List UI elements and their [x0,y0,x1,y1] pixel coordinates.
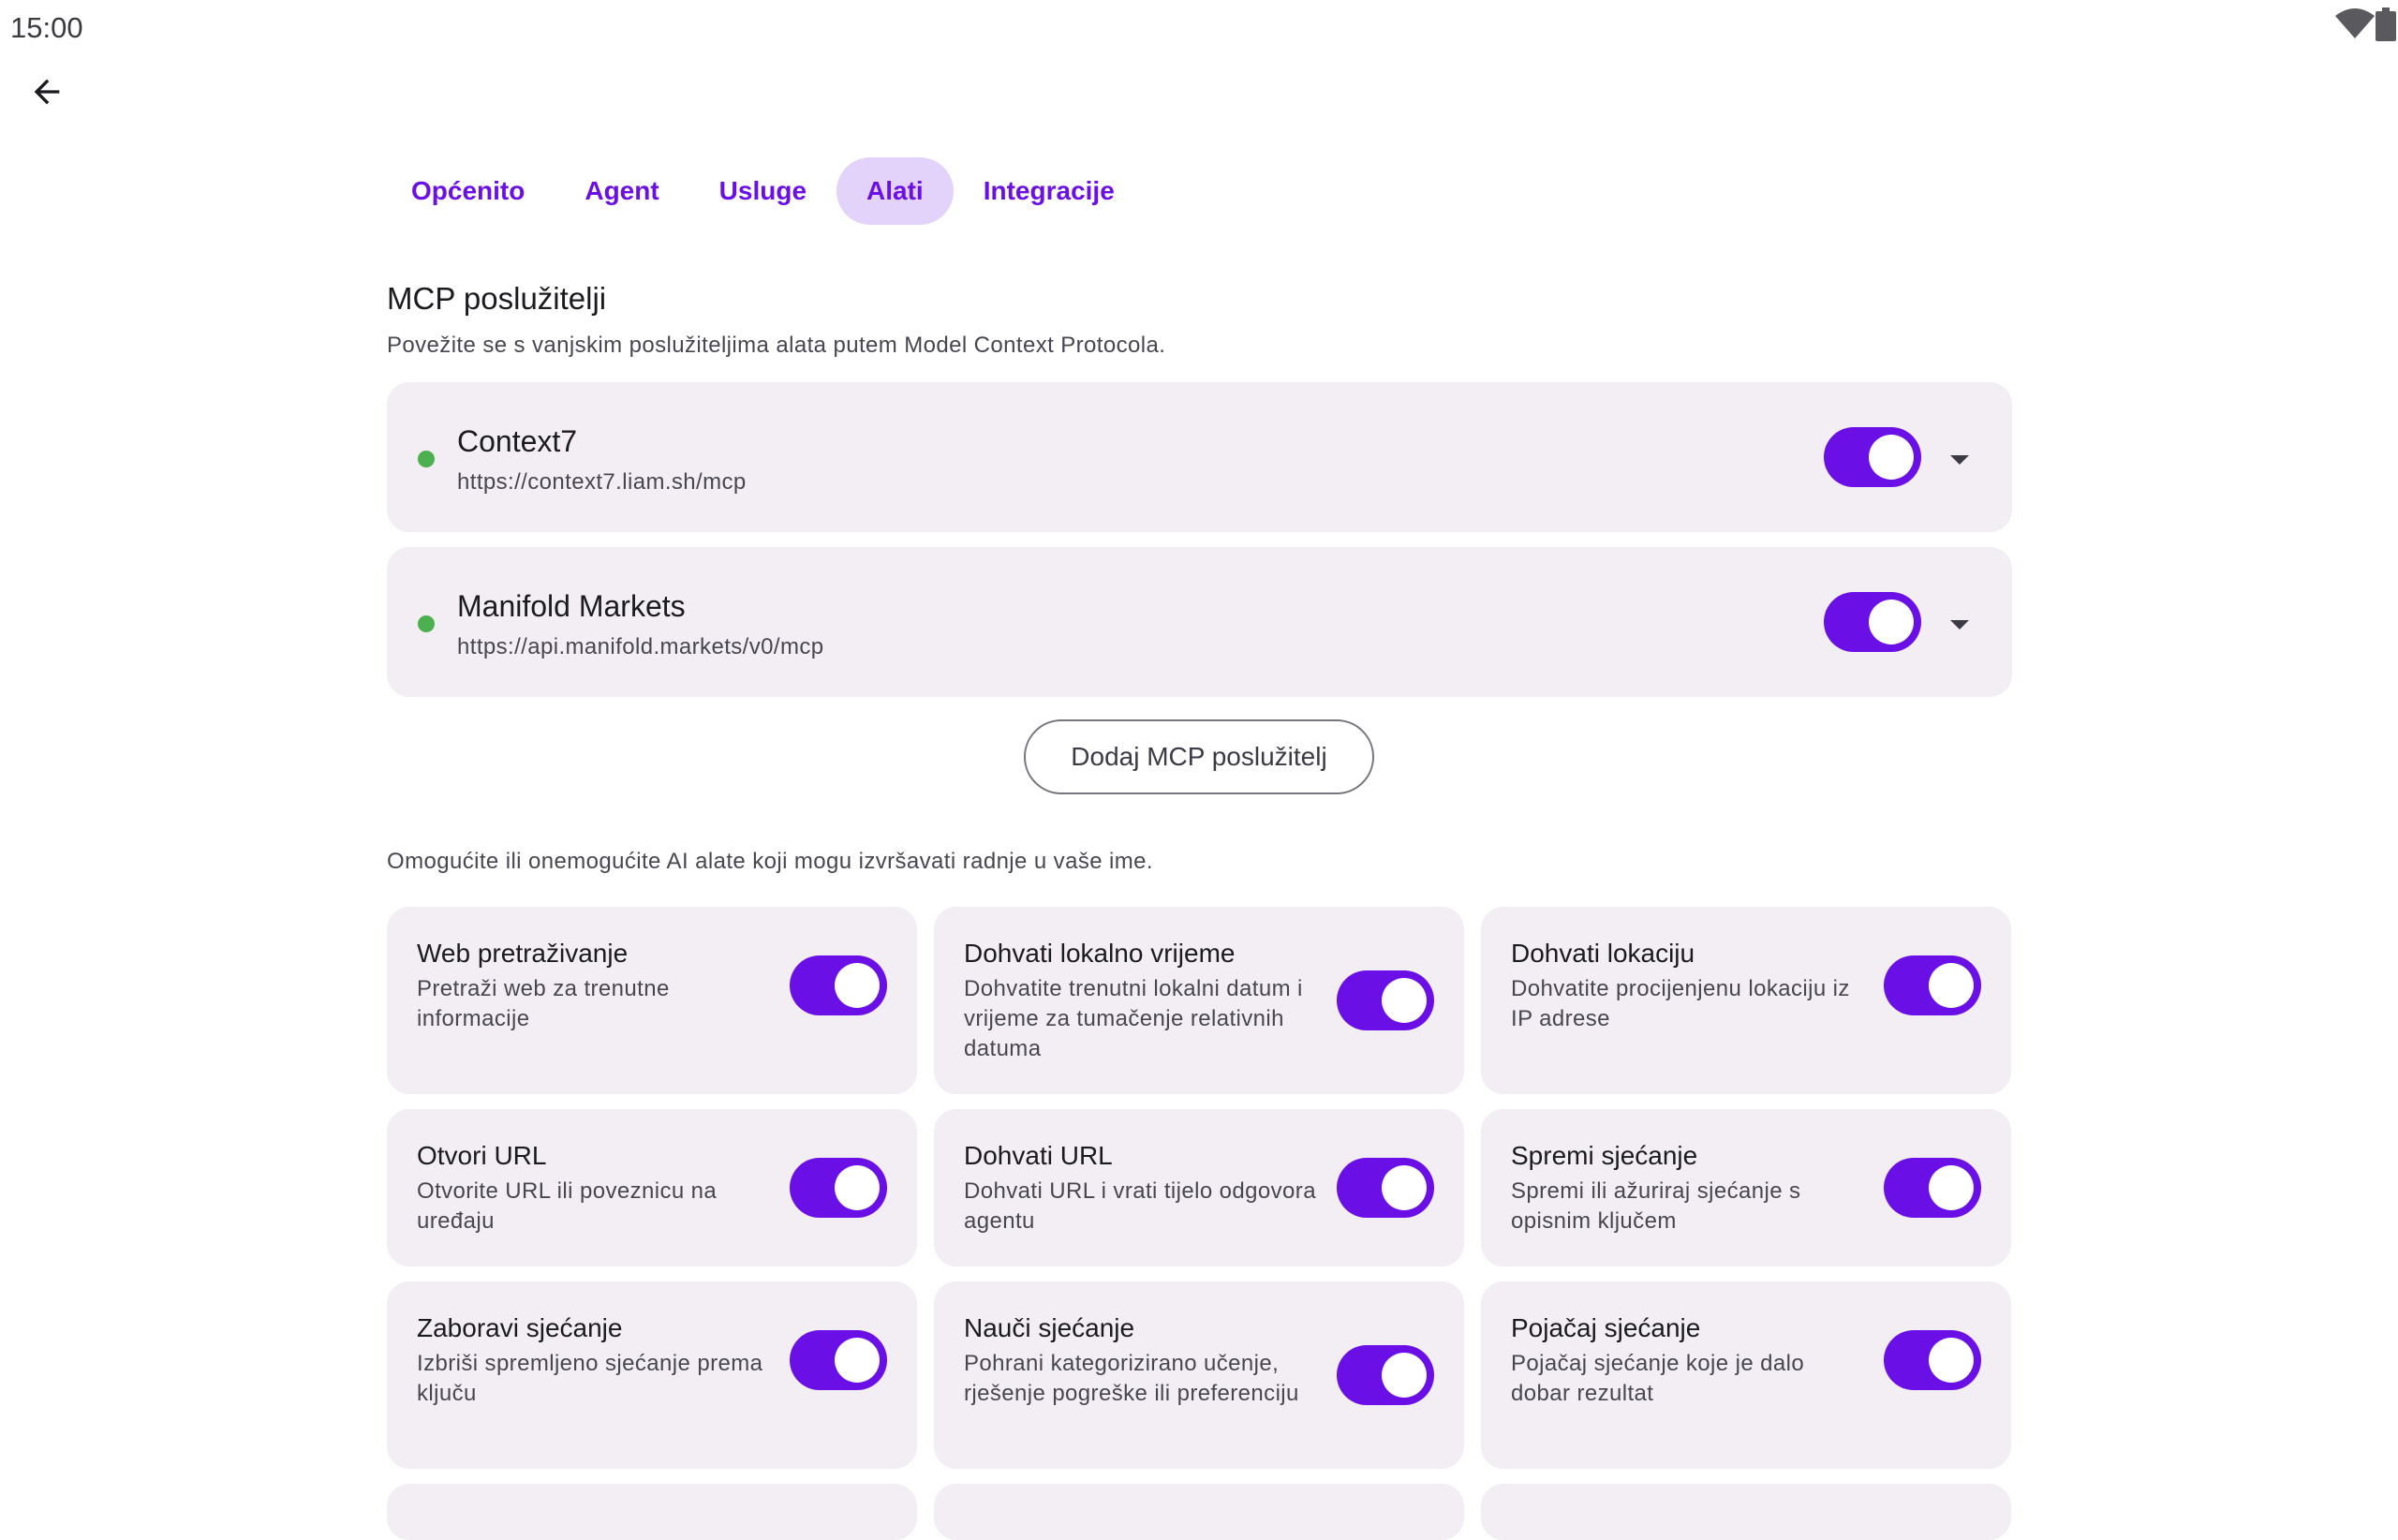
toggle-knob [1929,1165,1974,1210]
toggle-knob [1869,600,1914,644]
tab-bar: Općenito Agent Usluge Alati Integracije [381,157,1145,225]
mcp-section-title: MCP poslužitelji [387,281,607,316]
tool-toggle[interactable] [790,1158,887,1218]
tool-card [387,1484,917,1540]
tool-card: Otvori URL Otvorite URL ili poveznicu na… [387,1109,917,1266]
toggle-knob [835,1165,880,1210]
server-toggle[interactable] [1824,592,1921,652]
tool-description: Pojačaj sjećanje koje je dalo dobar rezu… [1511,1351,1805,1406]
tool-card: Dohvati URL Dohvati URL i vrati tijelo o… [934,1109,1464,1266]
tool-card: Zaboravi sjećanje Izbriši spremljeno sje… [387,1281,917,1469]
status-time: 15:00 [10,11,83,44]
tool-toggle[interactable] [1884,1330,1981,1390]
status-bar: 15:00 [0,0,2398,56]
tool-toggle[interactable] [1337,970,1434,1030]
tool-description: Dohvatite procijenjenu lokaciju iz IP ad… [1511,976,1850,1031]
tool-description: Spremi ili ažuriraj sjećanje s opisnim k… [1511,1178,1801,1234]
add-mcp-server-button[interactable]: Dodaj MCP poslužitelj [1024,719,1374,794]
tool-title: Pojačaj sjećanje [1511,1313,1701,1342]
tool-description: Otvorite URL ili poveznicu na uređaju [417,1178,718,1234]
tool-description: Izbriši spremljeno sjećanje prema ključu [417,1351,763,1406]
server-url: https://api.manifold.markets/v0/mcp [457,634,824,659]
mcp-server-card[interactable]: Context7 https://context7.liam.sh/mcp [387,382,2012,532]
tab-agent[interactable]: Agent [555,157,688,225]
tool-toggle[interactable] [790,1330,887,1390]
tool-title: Zaboravi sjećanje [417,1313,623,1342]
mcp-section-description: Povežite se s vanjskim poslužiteljima al… [387,333,1166,358]
battery-icon [2376,7,2396,41]
tab-services[interactable]: Usluge [689,157,836,225]
toggle-knob [1382,1165,1427,1210]
tool-description: Dohvati URL i vrati tijelo odgovora agen… [964,1178,1316,1234]
back-button[interactable] [21,66,73,118]
server-toggle[interactable] [1824,427,1921,487]
toggle-knob [1869,435,1914,480]
server-url: https://context7.liam.sh/mcp [457,469,747,495]
tab-tools[interactable]: Alati [836,157,954,225]
wifi-icon [2335,8,2375,38]
status-icons [2314,6,2398,43]
tool-card: Dohvati lokaciju Dohvatite procijenjenu … [1481,907,2011,1094]
server-name: Context7 [457,424,578,458]
server-status-dot [418,451,435,467]
tool-toggle[interactable] [1884,955,1981,1015]
tools-description: Omogućite ili onemogućite AI alate koji … [387,849,1153,874]
tool-description: Pretraži web za trenutne informacije [417,976,670,1031]
toggle-knob [1382,1353,1427,1398]
tool-toggle[interactable] [1337,1158,1434,1218]
tool-description: Pohrani kategorizirano učenje, rješenje … [964,1351,1299,1406]
toggle-knob [1929,963,1974,1008]
toggle-knob [1382,978,1427,1023]
tool-card: Nauči sjećanje Pohrani kategorizirano uč… [934,1281,1464,1469]
tool-description: Dohvatite trenutni lokalni datum i vrije… [964,976,1303,1061]
tool-card [1481,1484,2011,1540]
tool-toggle[interactable] [790,955,887,1015]
tool-toggle[interactable] [1884,1158,1981,1218]
expand-button[interactable] [1946,446,1974,474]
tool-card [934,1484,1464,1540]
server-status-dot [418,615,435,632]
mcp-server-card[interactable]: Manifold Markets https://api.manifold.ma… [387,547,2012,697]
toggle-knob [835,963,880,1008]
expand-button[interactable] [1946,611,1974,639]
tool-card: Spremi sjećanje Spremi ili ažuriraj sjeć… [1481,1109,2011,1266]
toggle-knob [835,1338,880,1383]
tab-integrations[interactable]: Integracije [954,157,1145,225]
tool-title: Otvori URL [417,1141,547,1170]
tool-title: Dohvati URL [964,1141,1113,1170]
arrow-back-icon [34,79,60,105]
chevron-down-icon [1950,620,1969,629]
toggle-knob [1929,1338,1974,1383]
tool-card: Web pretraživanje Pretraži web za trenut… [387,907,917,1094]
tool-card: Pojačaj sjećanje Pojačaj sjećanje koje j… [1481,1281,2011,1469]
tool-title: Dohvati lokalno vrijeme [964,939,1236,968]
tool-title: Web pretraživanje [417,939,629,968]
tool-toggle[interactable] [1337,1345,1434,1405]
tool-card: Dohvati lokalno vrijeme Dohvatite trenut… [934,907,1464,1094]
server-name: Manifold Markets [457,589,686,623]
chevron-down-icon [1950,455,1969,465]
tool-title: Spremi sjećanje [1511,1141,1698,1170]
tool-title: Nauči sjećanje [964,1313,1135,1342]
tool-title: Dohvati lokaciju [1511,939,1695,968]
tab-general[interactable]: Općenito [381,157,555,225]
